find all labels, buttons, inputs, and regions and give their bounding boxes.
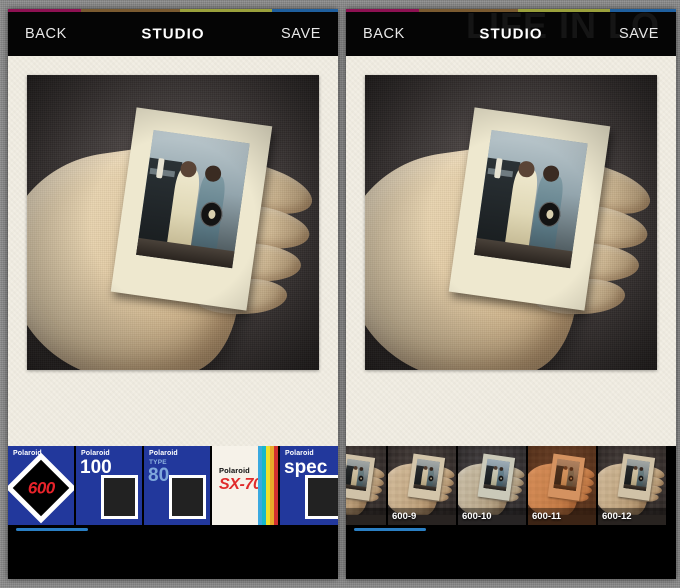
effect-label: 600-8	[346, 508, 386, 525]
navbar-right: LIFE IN LO BACK STUDIO SAVE	[346, 9, 676, 56]
polaroid-border	[8, 56, 338, 446]
rainbow-stripe-right	[346, 9, 676, 12]
effect-label: 600-9	[388, 508, 456, 525]
photo-canvas-left[interactable]	[8, 56, 338, 446]
effect-thumb-600-8[interactable]: 600-8	[346, 446, 386, 525]
save-button[interactable]: SAVE	[619, 26, 659, 42]
vintage-snapshot	[136, 130, 250, 269]
effect-thumb-600-10[interactable]: 600-10	[458, 446, 526, 525]
pack-swatch	[305, 475, 338, 519]
effect-thumb-600-12[interactable]: 600-12	[598, 446, 666, 525]
pack-brand: Polaroid	[81, 450, 110, 457]
effect-thumb-600-9[interactable]: 600-9	[388, 446, 456, 525]
pack-brand: Polaroid	[149, 450, 178, 457]
film-selector-shelf: Polaroid 600 Polaroid 100 Polaroid TYPE …	[8, 446, 338, 579]
phone-panel-left: BACK STUDIO SAVE Polaroid 600 Polaroid 1…	[8, 9, 338, 579]
screenshot-stage: BACK STUDIO SAVE Polaroid 600 Polaroid 1…	[0, 0, 680, 588]
pack-name: 600	[27, 477, 55, 497]
photo-frame	[27, 75, 319, 370]
photo-image	[365, 75, 657, 370]
photo-canvas-right[interactable]	[346, 56, 676, 446]
film-scroll-thumb[interactable]	[16, 528, 88, 531]
held-polaroid-print	[111, 107, 273, 311]
pack-swatch	[169, 475, 206, 519]
effect-thumb-600-11[interactable]: 600-11	[528, 446, 596, 525]
photo-image	[27, 75, 319, 370]
effect-label: 600-10	[458, 508, 526, 525]
film-pack-100[interactable]: Polaroid 100	[76, 446, 142, 525]
effect-label: 600-12	[598, 508, 666, 525]
film-pack-spectra[interactable]: Polaroid spec	[280, 446, 338, 525]
vintage-snapshot	[474, 130, 588, 269]
save-button[interactable]: SAVE	[281, 26, 321, 42]
effect-label: 600-11	[528, 508, 596, 525]
pack-swatch	[101, 475, 138, 519]
effects-selector-shelf: 600-8	[346, 446, 676, 579]
polaroid-border	[346, 56, 676, 446]
phone-panel-right: LIFE IN LO BACK STUDIO SAVE 600-9 600-10…	[346, 9, 676, 579]
navbar-left: BACK STUDIO SAVE	[8, 9, 338, 56]
pack-brand: Polaroid	[285, 450, 314, 457]
film-pack-600[interactable]: Polaroid 600	[8, 446, 74, 525]
pack-name: 80	[148, 465, 170, 486]
pack-name: SX-70	[219, 476, 262, 493]
film-pack-sx70[interactable]: Polaroid SX-70	[212, 446, 278, 525]
pack-brand: Polaroid	[219, 466, 250, 475]
held-polaroid-print	[449, 107, 611, 311]
effects-scroll-track[interactable]	[346, 525, 676, 534]
diamond-badge-icon: 600	[8, 452, 74, 523]
effects-scroll-thumb[interactable]	[354, 528, 426, 531]
film-scroll-track[interactable]	[8, 525, 338, 534]
rainbow-stripes-icon	[258, 446, 278, 525]
back-button[interactable]: BACK	[363, 26, 405, 42]
film-pack-80[interactable]: Polaroid TYPE 80	[144, 446, 210, 525]
film-pack-list[interactable]: Polaroid 600 Polaroid 100 Polaroid TYPE …	[8, 446, 338, 525]
effect-thumbnail-list[interactable]: 600-8	[346, 446, 676, 525]
back-button[interactable]: BACK	[25, 26, 67, 42]
rainbow-stripe-left	[8, 9, 338, 12]
photo-frame	[365, 75, 657, 370]
